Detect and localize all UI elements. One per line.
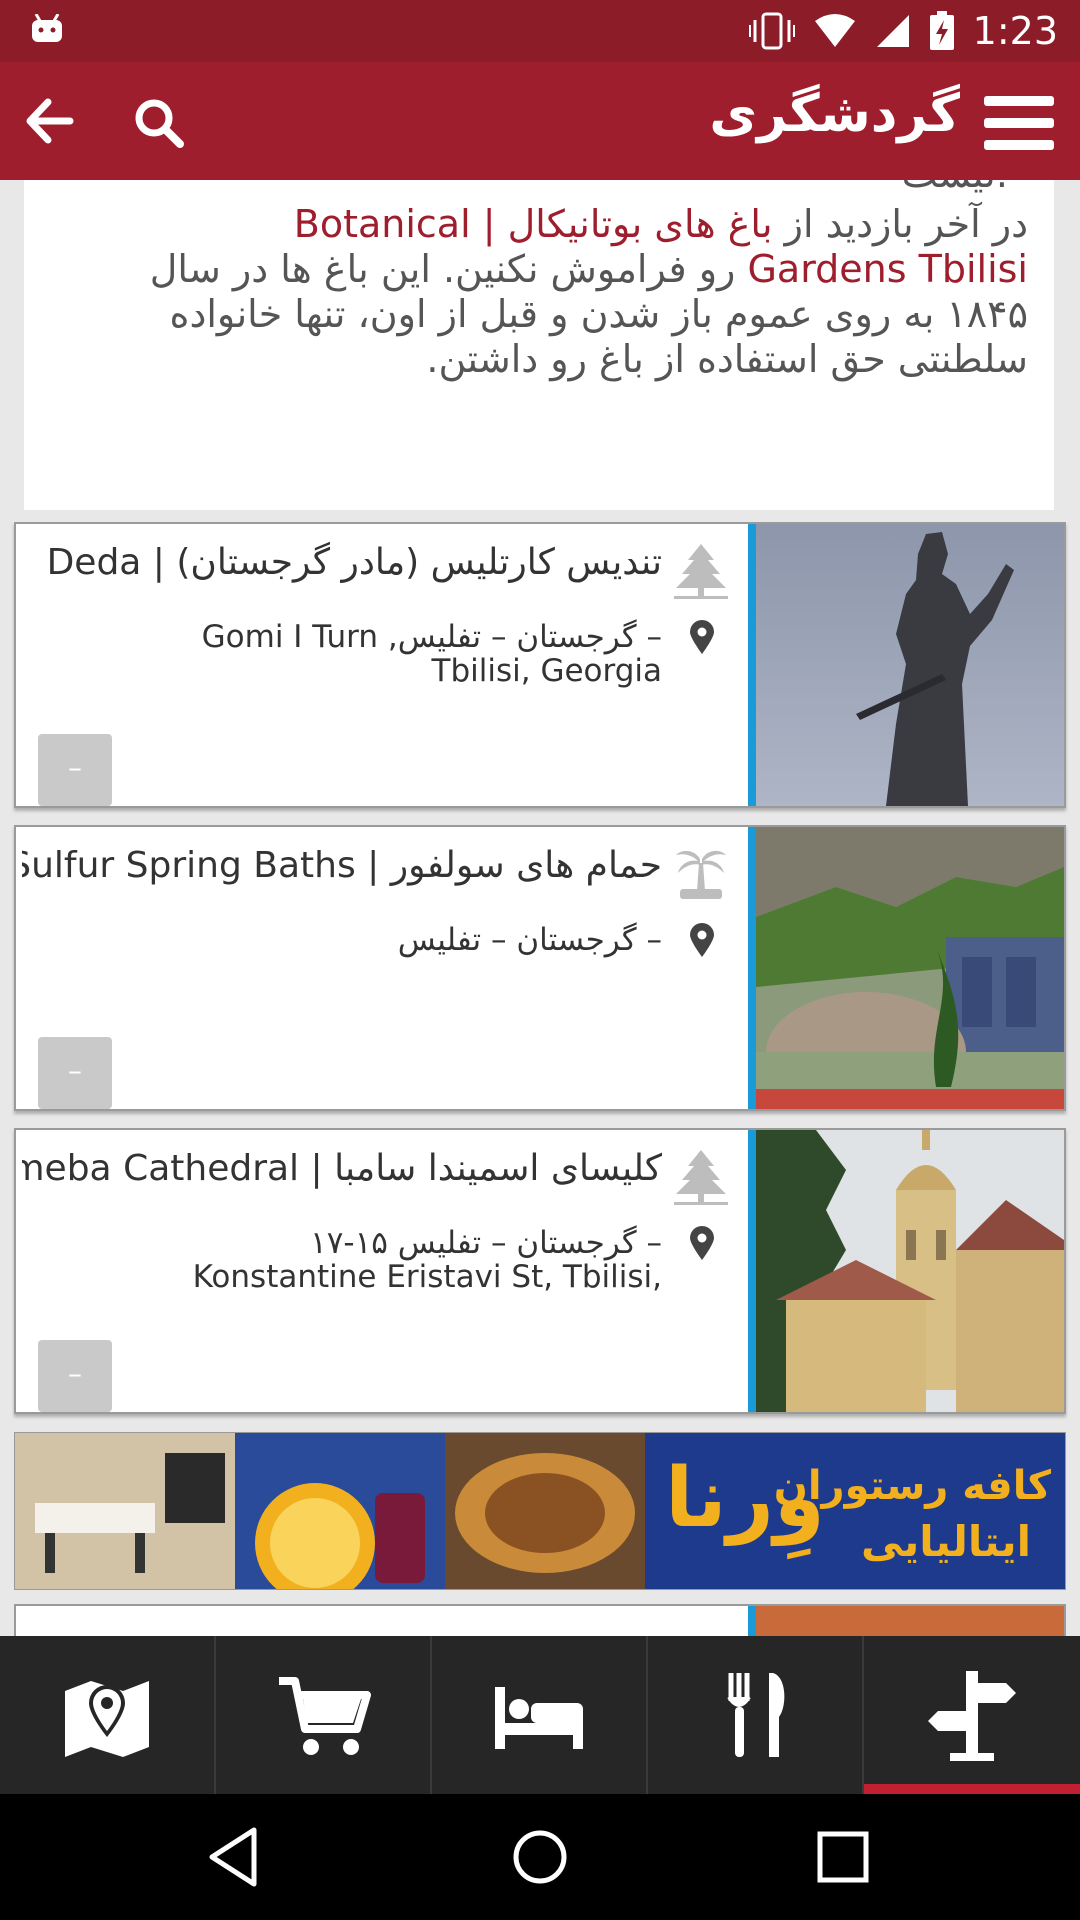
place-card[interactable]: کلیسای اسمیندا سامبا | Sameba Cathedral … (14, 1128, 1066, 1414)
banner-graphic (15, 1433, 1065, 1589)
place-title: کلیسای اسمیندا سامبا | Sameba Cathedral (22, 1148, 662, 1189)
remove-button[interactable]: – (38, 734, 112, 806)
restaurant-banner-ad[interactable]: وِرنا کافه رستوران ایتالیایی (14, 1432, 1066, 1590)
article-paragraph: در آخر بازدید از باغ های بوتانیکال | Bot… (54, 180, 1028, 382)
place-title: تندیس کارتلیس (مادر گرجستان) | Deda (46, 542, 662, 583)
card-accent-strip (748, 827, 756, 1109)
back-arrow-icon[interactable] (24, 96, 74, 146)
restaurant-icon (727, 1673, 785, 1757)
address-line: Tbilisi, Georgia (431, 653, 662, 689)
nav-recents-icon[interactable] (810, 1824, 876, 1890)
map-pin-icon (65, 1681, 149, 1757)
page-title: گردشگری (709, 84, 960, 144)
place-photo (756, 827, 1064, 1109)
palm-tree-icon (676, 850, 726, 899)
place-card-partial[interactable] (14, 1604, 1066, 1636)
location-pin-icon (690, 620, 714, 654)
card-accent-strip (748, 524, 756, 806)
remove-button[interactable]: – (38, 1340, 112, 1412)
place-address: – گرجستان – تفلیس ۱۵-۱۷ Konstantine Eris… (62, 1226, 662, 1294)
app-bar: گردشگری (0, 62, 1080, 180)
address-line: – گرجستان – تفلیس (397, 922, 662, 958)
content-scroll[interactable]: لیست. در آخر بازدید از باغ های بوتانیکال… (0, 180, 1080, 1636)
article-text-segment: سلطنتی حق استفاده از باغ رو داشتن. (426, 337, 1028, 381)
article-text-segment: ۱۸۴۵ به روی عموم باز شدن و قبل از اون، ت… (169, 292, 1028, 336)
place-photo (756, 1606, 1064, 1636)
card-accent-strip (748, 1606, 756, 1636)
remove-button[interactable]: – (38, 1037, 112, 1109)
tree-icon (674, 544, 728, 599)
bottom-tab-bar (0, 1636, 1080, 1794)
location-pin-icon (690, 1226, 714, 1260)
hamburger-menu-icon[interactable] (984, 94, 1054, 152)
article-text-segment: رو فراموش نکنین. این باغ ها در سال (149, 247, 736, 291)
article-cut-line: لیست. (902, 180, 1008, 196)
botanical-gardens-link[interactable]: باغ های بوتانیکال | Botanical (294, 202, 773, 246)
battery-charging-icon (929, 11, 954, 50)
place-address: – گرجستان – تفلیس (62, 923, 662, 957)
banner-line1: کافه رستوران (773, 1463, 1051, 1509)
nav-home-icon[interactable] (507, 1824, 573, 1890)
tab-tourism[interactable] (864, 1636, 1080, 1794)
tab-restaurants[interactable] (648, 1636, 864, 1794)
botanical-gardens-link-cont[interactable]: Gardens Tbilisi (747, 247, 1028, 291)
status-time: 1:23 (972, 9, 1058, 53)
tab-shopping[interactable] (216, 1636, 432, 1794)
android-notification-icon (32, 14, 62, 42)
tab-map[interactable] (0, 1636, 216, 1794)
place-card[interactable]: حمام های سولفور | Sulfur Spring Baths – … (14, 825, 1066, 1111)
bed-icon (495, 1687, 583, 1749)
place-card[interactable]: تندیس کارتلیس (مادر گرجستان) | Deda – گر… (14, 522, 1066, 808)
wifi-icon (814, 14, 855, 47)
search-icon[interactable] (132, 96, 186, 150)
place-photo (756, 1130, 1064, 1412)
cart-icon (279, 1677, 371, 1755)
banner-line2: ایتالیایی (860, 1517, 1031, 1566)
nav-back-icon[interactable] (202, 1824, 268, 1890)
tab-hotels[interactable] (432, 1636, 648, 1794)
place-title: حمام های سولفور | Sulfur Spring Baths (22, 845, 662, 886)
cell-signal-icon (876, 15, 909, 47)
address-line: – گرجستان – تفلیس ۱۵-۱۷ (310, 1225, 662, 1261)
article-text: لیست. در آخر بازدید از باغ های بوتانیکال… (24, 180, 1054, 510)
address-line: – گرجستان – تفلیس, Gomi I Turn (201, 619, 662, 655)
vibrate-icon (748, 12, 795, 50)
card-accent-strip (748, 1130, 756, 1412)
place-photo (756, 524, 1064, 806)
article-text-segment: در آخر بازدید از (772, 202, 1028, 246)
location-pin-icon (690, 923, 714, 957)
place-address: – گرجستان – تفلیس, Gomi I Turn Tbilisi, … (62, 620, 662, 688)
tree-icon (674, 1150, 728, 1205)
address-line: Konstantine Eristavi St, Tbilisi, (192, 1259, 662, 1295)
status-bar: 1:23 (0, 0, 1080, 62)
system-nav-bar (0, 1794, 1080, 1920)
signpost-icon (928, 1671, 1016, 1761)
